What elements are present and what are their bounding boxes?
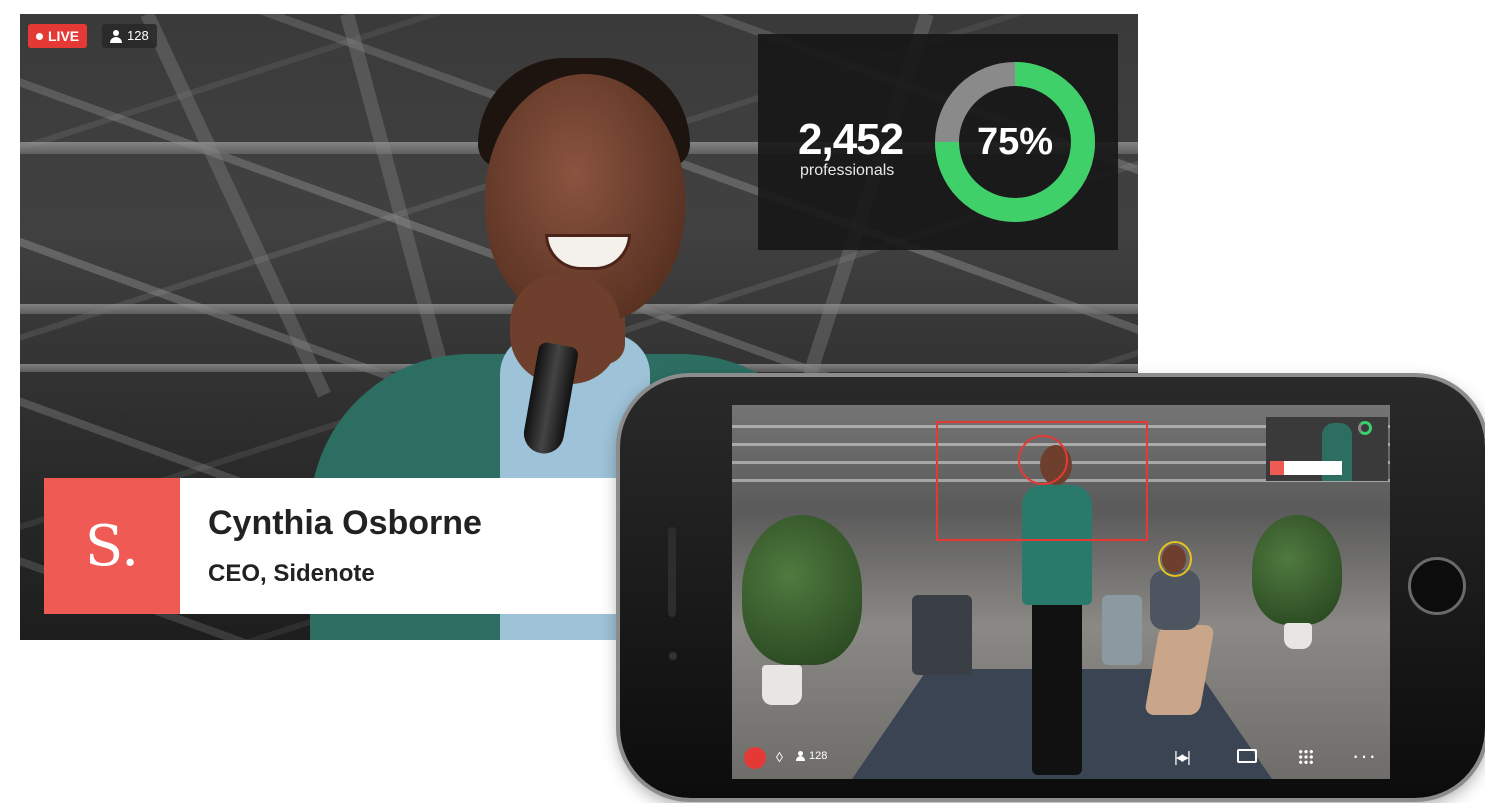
stats-number: 2,452: [798, 115, 904, 164]
live-dot-icon: [36, 32, 43, 40]
donut-percent-label: 75%: [976, 120, 1054, 163]
speaker-title: CEO, Sidenote: [208, 560, 375, 587]
viewer-count: 128: [127, 28, 149, 43]
live-badge: LIVE: [28, 24, 88, 48]
plant: [1252, 515, 1342, 625]
chair: [1102, 595, 1142, 665]
plant-pot: [1284, 623, 1312, 649]
switch-camera-icon[interactable]: |◂▸|: [1174, 748, 1191, 766]
phone-camera-view: ◊ 128 |◂▸| ···: [732, 405, 1390, 779]
share-icon[interactable]: [1237, 749, 1257, 763]
viewer-count-control: 128: [796, 750, 827, 762]
phone-device: ◊ 128 |◂▸| ···: [620, 377, 1485, 798]
record-button[interactable]: [744, 747, 766, 769]
plant-pot: [762, 665, 802, 705]
face-detect-primary: [1018, 435, 1068, 485]
phone-speaker-grille: [668, 527, 676, 617]
more-icon[interactable]: ···: [1352, 743, 1377, 769]
grid-icon[interactable]: [1298, 749, 1314, 765]
person-icon: [110, 29, 122, 43]
person-icon: [796, 751, 805, 761]
plant: [742, 515, 862, 665]
audio-icon[interactable]: ◊: [776, 749, 783, 765]
camera-controls-bar: ◊ 128 |◂▸| ···: [732, 739, 1390, 779]
face-detect-secondary: [1158, 541, 1192, 577]
broadcast-pip-preview[interactable]: [1266, 417, 1388, 481]
ceiling-truss: [140, 14, 331, 398]
lower-third-banner: S. Cynthia Osborne CEO, Sidenote: [44, 478, 640, 614]
seated-person: [1150, 570, 1200, 630]
stats-label: professionals: [800, 162, 895, 179]
speaker-name: Cynthia Osborne: [208, 504, 482, 542]
pip-donut-icon: [1358, 421, 1372, 435]
chair: [912, 595, 972, 675]
phone-viewer-count: 128: [809, 750, 828, 762]
company-logo: S.: [44, 478, 180, 614]
live-label: LIVE: [48, 28, 80, 44]
phone-front-camera: [669, 652, 677, 660]
home-button[interactable]: [1408, 557, 1466, 615]
pip-lower-third: [1270, 461, 1342, 475]
stats-overlay: 2,452 professionals 75%: [758, 34, 1118, 250]
viewer-count-badge: 128: [102, 24, 157, 48]
